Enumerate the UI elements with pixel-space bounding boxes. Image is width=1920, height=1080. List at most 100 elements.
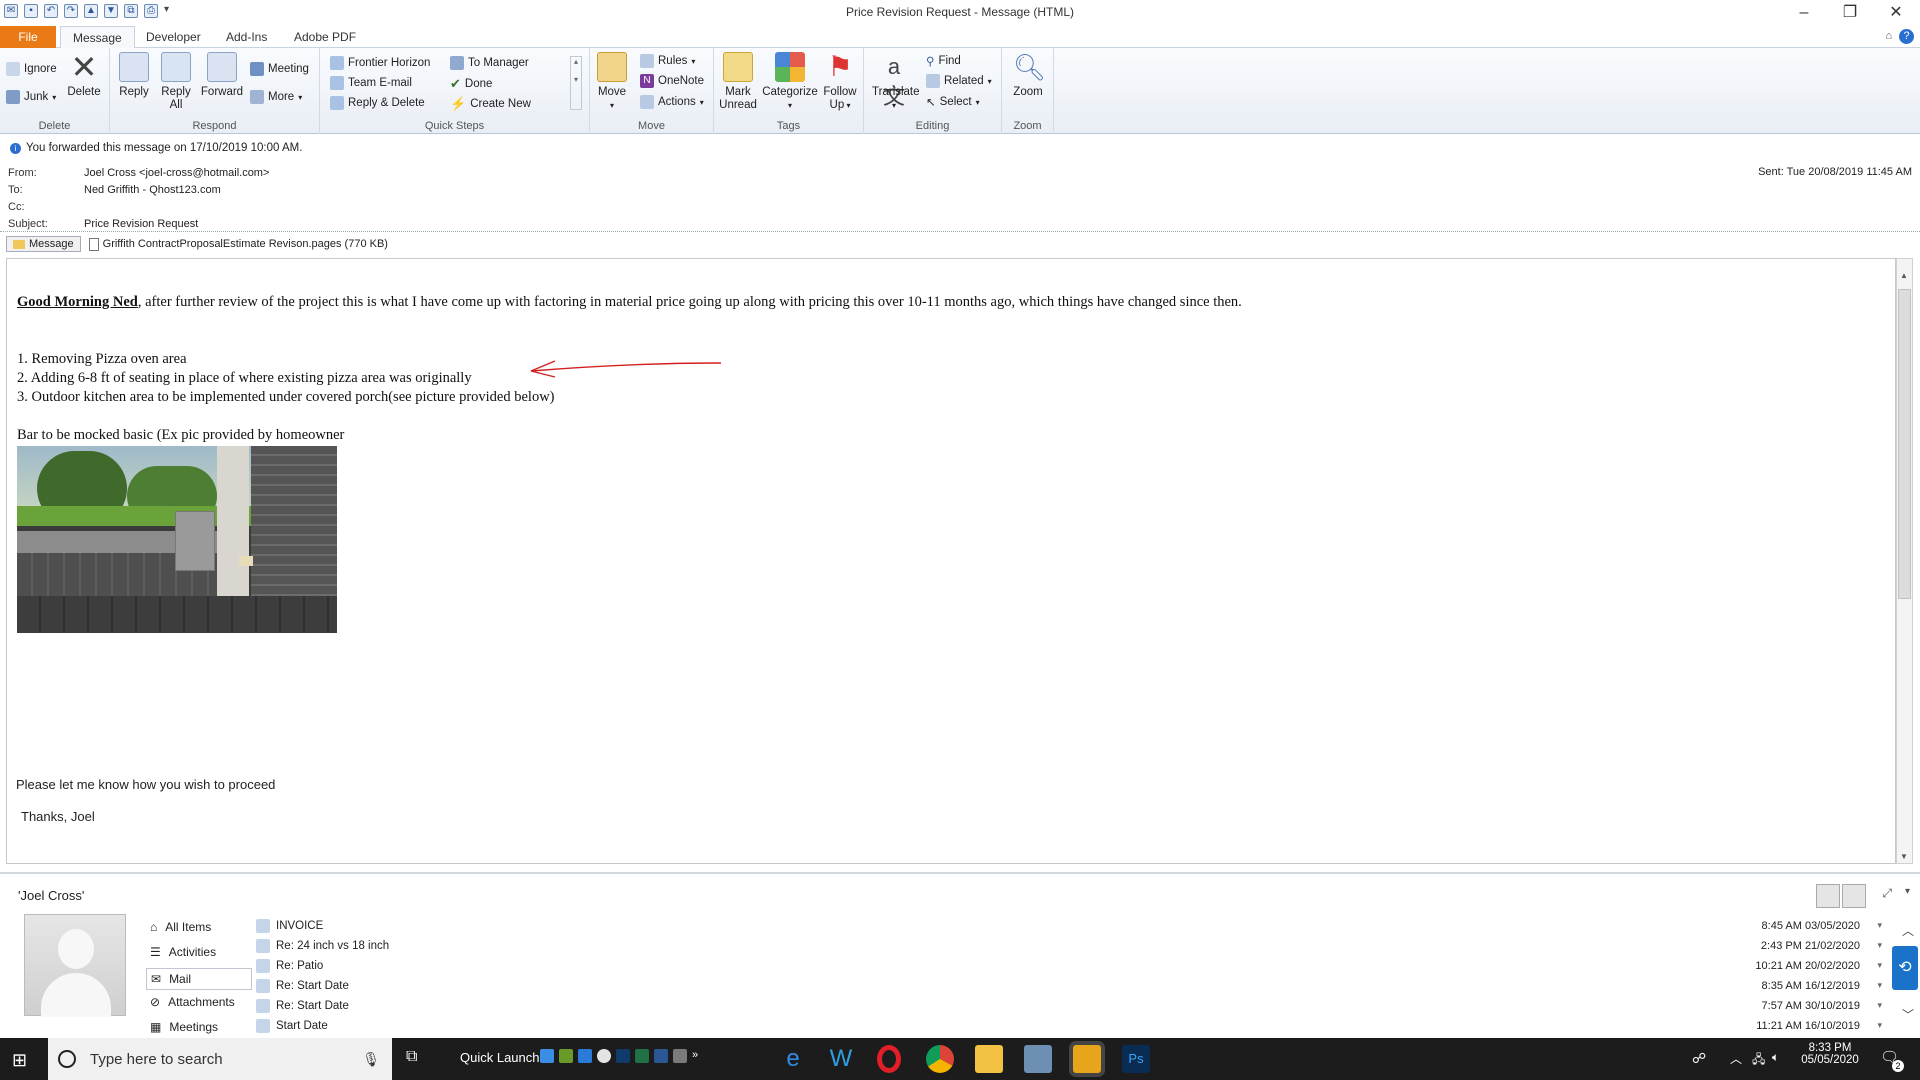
taskbar-search[interactable]: Type here to search 🎙︎ bbox=[48, 1038, 392, 1080]
categorize-button[interactable]: Categorize ▾ bbox=[762, 52, 818, 112]
quickstep-frontier-horizon[interactable]: Frontier Horizon bbox=[330, 56, 430, 70]
scroll-down-icon[interactable]: ▼ bbox=[1900, 852, 1908, 861]
follow-up-button[interactable]: ⚑ Follow Up ▾ bbox=[820, 52, 860, 112]
nav-mail[interactable]: ✉ Mail bbox=[146, 968, 252, 990]
scroll-up-icon[interactable]: ▲ bbox=[1900, 271, 1908, 280]
reply-button[interactable]: Reply bbox=[116, 52, 152, 99]
find-button[interactable]: ⚲ Find bbox=[926, 54, 961, 68]
flag-dropdown-icon[interactable]: ▾ bbox=[1877, 980, 1882, 991]
chevron-up-icon[interactable]: ︿ bbox=[1730, 1050, 1742, 1067]
flag-dropdown-icon[interactable]: ▾ bbox=[1877, 960, 1882, 971]
nav-meetings[interactable]: ▦ Meetings bbox=[150, 1020, 218, 1034]
mail-row[interactable]: Re: Patio 10:21 AM 20/02/2020 ▾ bbox=[256, 956, 1896, 975]
security-icon[interactable] bbox=[1024, 1045, 1052, 1073]
select-button[interactable]: ↖ Select ▾ bbox=[926, 95, 980, 109]
message-body[interactable]: Good Morning Ned, after further review o… bbox=[6, 258, 1896, 864]
mail-row[interactable]: Re: Start Date 8:35 AM 16/12/2019 ▾ bbox=[256, 976, 1896, 995]
from-value[interactable]: Joel Cross <joel-cross@hotmail.com> bbox=[84, 167, 269, 179]
dreamweaver-icon[interactable] bbox=[559, 1049, 573, 1063]
scrollbar-thumb[interactable] bbox=[1898, 289, 1911, 599]
app-icon[interactable] bbox=[673, 1049, 687, 1063]
tab-developer[interactable]: Developer bbox=[134, 26, 213, 48]
chevron-right-icon[interactable]: » bbox=[692, 1049, 698, 1063]
nav-all-items[interactable]: ⌂ All Items bbox=[150, 920, 211, 934]
tab-adobe-pdf[interactable]: Adobe PDF bbox=[282, 26, 368, 48]
scroll-down-icon[interactable]: ﹀ bbox=[1902, 1006, 1914, 1023]
more-button[interactable]: More ▾ bbox=[250, 90, 302, 104]
junk-button[interactable]: Junk ▾ bbox=[6, 90, 56, 104]
tab-message[interactable]: Message bbox=[60, 26, 135, 49]
related-button[interactable]: Related ▾ bbox=[926, 74, 992, 88]
ie-icon[interactable] bbox=[540, 1049, 554, 1063]
app-icon[interactable] bbox=[597, 1049, 611, 1063]
word-icon[interactable] bbox=[654, 1049, 668, 1063]
people-icon[interactable]: ☍ bbox=[1692, 1050, 1706, 1067]
quickstep-done[interactable]: ✔ Done bbox=[450, 76, 492, 92]
mail-row[interactable]: Re: Start Date 7:57 AM 30/10/2019 ▾ bbox=[256, 996, 1896, 1015]
collapse-ribbon-icon[interactable]: ⌂ bbox=[1885, 30, 1892, 42]
delete-button[interactable]: ✕ Delete bbox=[64, 51, 104, 99]
file-explorer-icon[interactable] bbox=[975, 1045, 1003, 1073]
photoshop-icon[interactable] bbox=[616, 1049, 630, 1063]
scroll-up-icon[interactable]: ︿ bbox=[1902, 922, 1914, 939]
quickstep-to-manager[interactable]: To Manager bbox=[450, 56, 529, 70]
quickstep-create-new[interactable]: ⚡ Create New bbox=[450, 96, 531, 112]
mark-unread-button[interactable]: Mark Unread bbox=[716, 52, 760, 112]
nav-activities[interactable]: ☰ Activities bbox=[150, 945, 216, 959]
help-icon[interactable]: ? bbox=[1899, 29, 1914, 44]
mail-row[interactable]: Start Date 11:21 AM 16/10/2019 ▾ bbox=[256, 1016, 1896, 1035]
quickstep-reply-delete[interactable]: Reply & Delete bbox=[330, 96, 425, 110]
ignore-button[interactable]: Ignore bbox=[6, 62, 57, 76]
to-value[interactable]: Ned Griffith - Qhost123.com bbox=[84, 184, 221, 196]
move-button[interactable]: Move ▾ bbox=[594, 52, 630, 112]
close-button[interactable]: ✕ bbox=[1876, 2, 1916, 24]
quickstep-label: Reply & Delete bbox=[348, 97, 425, 109]
quickstep-scroll[interactable]: ▴ ▾ bbox=[570, 56, 582, 110]
attachment-bar: Message Griffith ContractProposalEstimat… bbox=[6, 235, 388, 253]
tab-add-ins[interactable]: Add-Ins bbox=[214, 26, 279, 48]
photoshop-taskbar-icon[interactable]: Ps bbox=[1122, 1045, 1150, 1073]
windows-start-icon[interactable]: ⊞ bbox=[12, 1050, 27, 1071]
flag-dropdown-icon[interactable]: ▾ bbox=[1877, 940, 1882, 951]
flag-dropdown-icon[interactable]: ▾ bbox=[1877, 1020, 1882, 1031]
excel-icon[interactable] bbox=[635, 1049, 649, 1063]
mail-row[interactable]: Re: 24 inch vs 18 inch 2:43 PM 21/02/2020… bbox=[256, 936, 1896, 955]
opera-icon[interactable] bbox=[877, 1045, 901, 1073]
actions-button[interactable]: Actions ▾ bbox=[640, 95, 704, 109]
body-scrollbar[interactable]: ▲ ▼ bbox=[1896, 258, 1913, 864]
flag-dropdown-icon[interactable]: ▾ bbox=[1877, 920, 1882, 931]
network-icon[interactable]: 🖧︎ bbox=[1752, 1050, 1765, 1071]
chrome-icon[interactable] bbox=[926, 1045, 954, 1073]
connect-social-icon[interactable]: ⟲ bbox=[1892, 946, 1918, 990]
folder-icon[interactable] bbox=[578, 1049, 592, 1063]
rules-button[interactable]: Rules ▾ bbox=[640, 54, 695, 68]
chevron-down-icon[interactable]: ▾ bbox=[1905, 886, 1910, 897]
outlook-taskbar-icon[interactable] bbox=[1073, 1045, 1101, 1073]
message-tab[interactable]: Message bbox=[6, 236, 81, 252]
volume-icon[interactable]: 🔈︎ bbox=[1772, 1050, 1779, 1065]
meeting-button[interactable]: Meeting bbox=[250, 62, 309, 76]
restore-button[interactable]: ❐ bbox=[1830, 2, 1870, 24]
from-label: From: bbox=[8, 167, 37, 179]
reply-all-button[interactable]: Reply All bbox=[158, 52, 194, 112]
onenote-button[interactable]: N OneNote bbox=[640, 74, 704, 88]
task-view-icon[interactable]: ⧉ bbox=[406, 1048, 417, 1066]
flag-dropdown-icon[interactable]: ▾ bbox=[1877, 1000, 1882, 1011]
nav-attachments[interactable]: ⊘ Attachments bbox=[150, 995, 235, 1009]
clock[interactable]: 8:33 PM 05/05/2020 bbox=[1798, 1042, 1862, 1066]
tab-file[interactable]: File bbox=[0, 26, 56, 48]
person-icon[interactable] bbox=[1842, 884, 1866, 908]
quickstep-team-email[interactable]: Team E-mail bbox=[330, 76, 412, 90]
forward-button[interactable]: Forward bbox=[200, 52, 244, 99]
translate-button[interactable]: a文 Translate ▾ bbox=[872, 52, 920, 112]
app-w-icon[interactable]: W bbox=[827, 1045, 855, 1073]
person-icon[interactable] bbox=[1816, 884, 1840, 908]
zoom-button[interactable]: 🔍︎ Zoom bbox=[1008, 52, 1048, 99]
mail-row[interactable]: INVOICE 8:45 AM 03/05/2020 ▾ bbox=[256, 916, 1896, 935]
people-view-toggle[interactable] bbox=[1816, 884, 1866, 908]
expand-icon[interactable]: ⤢ bbox=[1882, 886, 1892, 901]
microphone-icon[interactable]: 🎙︎ bbox=[362, 1051, 380, 1068]
minimize-button[interactable]: – bbox=[1784, 2, 1824, 24]
attachment-file[interactable]: Griffith ContractProposalEstimate Reviso… bbox=[88, 237, 388, 251]
edge-icon[interactable]: e bbox=[779, 1045, 807, 1073]
